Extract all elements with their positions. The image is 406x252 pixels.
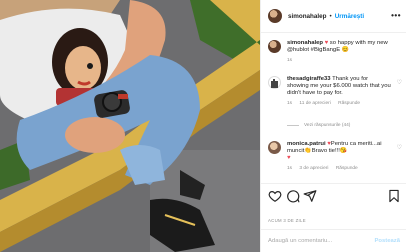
comment-username[interactable]: thesadgiraffe33	[287, 76, 331, 82]
comment-time: 1s	[287, 101, 293, 107]
reply-button[interactable]: Răspunde	[338, 101, 360, 106]
post-image	[0, 0, 260, 252]
heart-outline-icon[interactable]	[268, 189, 282, 203]
replies-divider	[287, 125, 299, 126]
post-date: ACUM 3 DE ZILE	[268, 218, 306, 223]
caption-avatar[interactable]	[268, 40, 281, 53]
kiss-emoji: 😘	[339, 148, 348, 155]
comment-time: 1s	[287, 166, 293, 172]
view-replies-label: Vezi răspunsurile (44)	[304, 123, 351, 128]
caption-username[interactable]: simonahalep	[287, 40, 323, 46]
more-horizontal-icon[interactable]: •••	[391, 11, 401, 20]
post-actions-bar	[261, 183, 406, 207]
reply-button[interactable]: Răspunde	[336, 166, 358, 171]
comment-text-continued: Bravo tie!!!	[311, 148, 340, 155]
comment-meta: 1s 3 de aprecieri Răspunde	[287, 165, 391, 172]
comment-like-icon[interactable]: ♡	[397, 144, 402, 151]
add-comment-bar: Postează	[261, 229, 406, 252]
author-username[interactable]: simonahalep	[288, 13, 327, 20]
commenter-avatar[interactable]	[268, 76, 281, 89]
author-avatar[interactable]	[268, 9, 282, 23]
view-replies-button[interactable]: Vezi răspunsurile (44)	[287, 123, 350, 128]
following-button[interactable]: Urmărești	[335, 13, 364, 20]
commenter-avatar[interactable]	[268, 141, 281, 154]
comment-username[interactable]: monica.patrui	[287, 141, 326, 147]
comment-likes[interactable]: 3 de aprecieri	[299, 166, 328, 171]
giraffe-avatar-icon	[271, 79, 278, 88]
header-separator: •	[329, 12, 332, 20]
comment-likes[interactable]: 11 de aprecieri	[299, 101, 330, 106]
post-comment-button[interactable]: Postează	[374, 238, 400, 244]
smile-emoji: 😊	[341, 47, 350, 54]
comment-body: monica.patrui ♥Pentru ca meriti...ai mun…	[287, 141, 391, 172]
red-heart-emoji: ♥	[287, 155, 291, 162]
comment-input[interactable]	[268, 238, 375, 244]
paper-plane-icon[interactable]	[303, 189, 317, 203]
comment-body: thesadgiraffe33 Thank you for showing me…	[287, 76, 391, 107]
comment-meta: 1s 11 de aprecieri Răspunde	[287, 100, 391, 107]
comments-list[interactable]: simonahalep ♥ so happy with my new @hubl…	[261, 34, 406, 183]
bookmark-icon[interactable]	[387, 189, 401, 203]
clap-emoji: 👏	[304, 148, 312, 155]
post-photo[interactable]	[0, 0, 260, 252]
comment-bubble-icon[interactable]	[286, 189, 300, 203]
caption-time: 1s	[287, 58, 293, 64]
comment-like-icon[interactable]: ♡	[397, 79, 402, 86]
post-header: simonahalep • Urmărești •••	[261, 0, 406, 33]
caption-body: simonahalep ♥ so happy with my new @hubl…	[287, 40, 391, 64]
caption-meta: 1s	[287, 57, 391, 64]
post-side-panel: simonahalep • Urmărești ••• simonahalep …	[260, 0, 406, 252]
